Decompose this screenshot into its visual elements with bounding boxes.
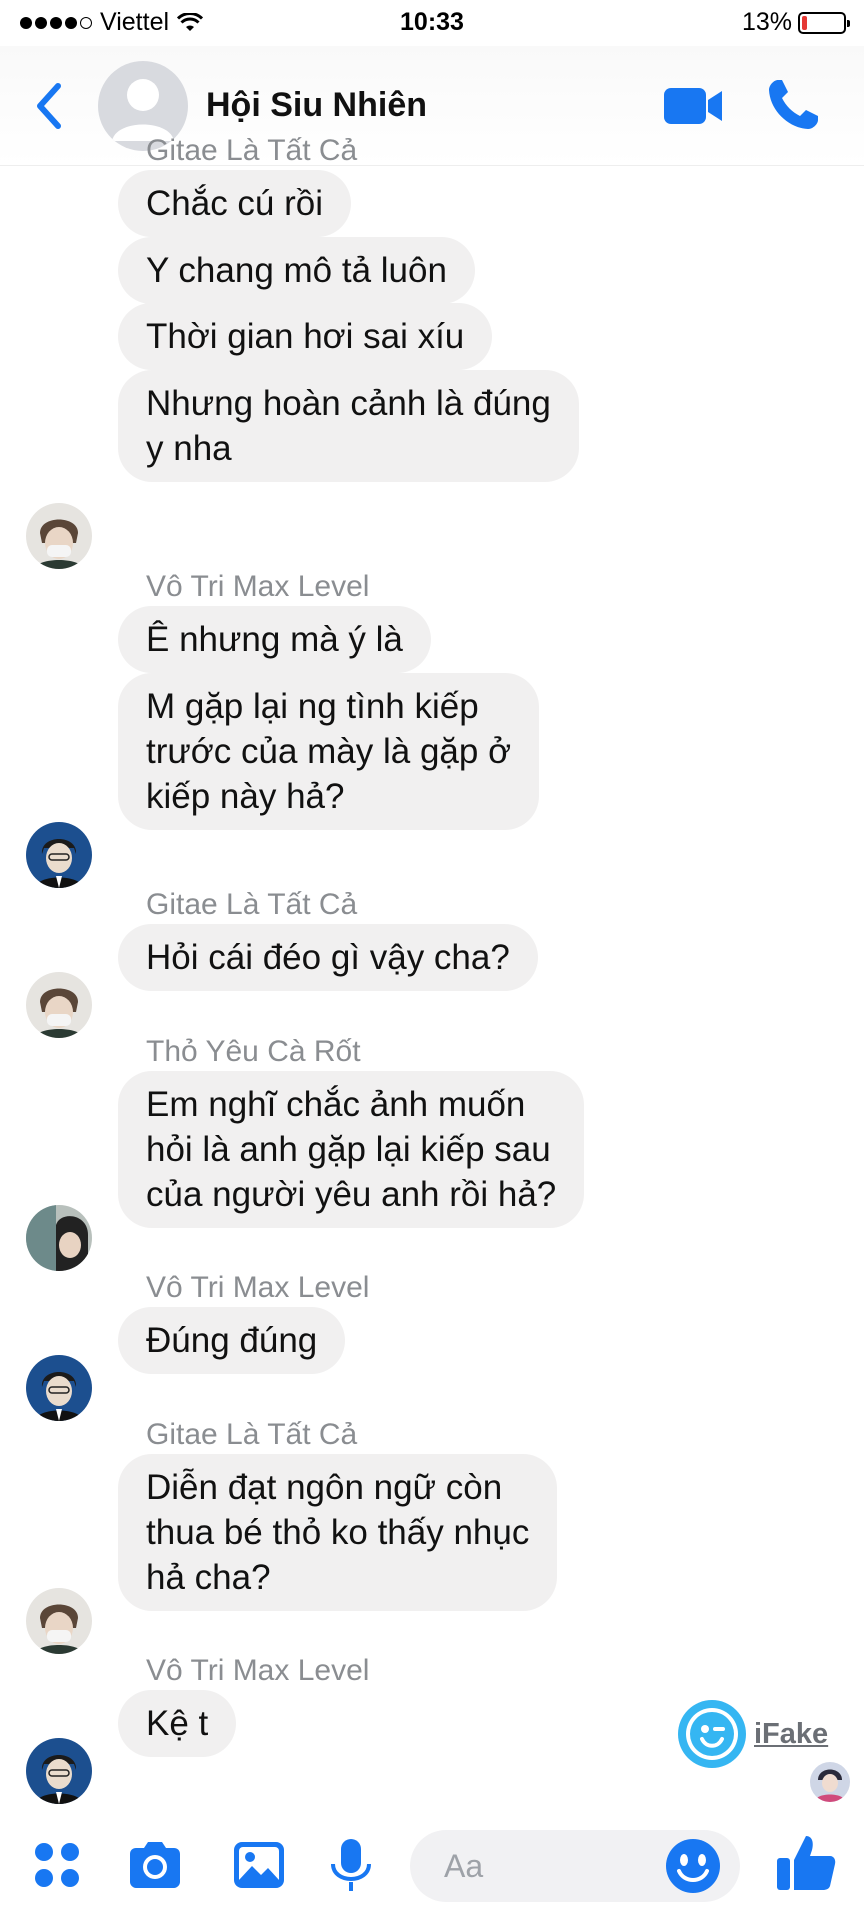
- sender-name: Gitae Là Tất Cả: [146, 888, 358, 921]
- message-input[interactable]: [444, 1844, 664, 1888]
- seen-receipt-avatar: [810, 1762, 850, 1802]
- video-call-icon[interactable]: [662, 82, 724, 130]
- message-bubble[interactable]: Kệ t: [118, 1690, 237, 1757]
- battery-level: [802, 15, 807, 30]
- message-bubble[interactable]: Em nghĩ chắc ảnh muốn hỏi là anh gặp lại…: [118, 1071, 585, 1228]
- status-bar: Viettel 10:33 13%: [0, 0, 864, 46]
- avatar-vo-tri[interactable]: [26, 1355, 92, 1421]
- message-bubble[interactable]: Chắc cú rồi: [118, 170, 352, 237]
- message-bubble[interactable]: M gặp lại ng tình kiếp trước của mày là …: [118, 673, 540, 830]
- avatar-gitae[interactable]: [26, 1588, 92, 1654]
- avatar-tho[interactable]: [26, 1205, 92, 1271]
- message-input-field[interactable]: [410, 1830, 740, 1902]
- battery-percent: 13%: [741, 8, 792, 36]
- composer-bar: [0, 1806, 864, 1920]
- sender-name: Vô Tri Max Level: [146, 1271, 370, 1304]
- conversation-title[interactable]: Hội Siu Nhiên: [206, 86, 427, 125]
- photo-gallery-icon[interactable]: [230, 1836, 288, 1894]
- conversation-header: Hội Siu Nhiên: [0, 46, 864, 166]
- avatar-gitae[interactable]: [26, 972, 92, 1038]
- avatar-vo-tri[interactable]: [26, 822, 92, 888]
- message-bubble[interactable]: Nhưng hoàn cảnh là đúng y nha: [118, 370, 579, 482]
- message-bubble[interactable]: Hỏi cái đéo gì vậy cha?: [118, 924, 538, 991]
- sender-name: Vô Tri Max Level: [146, 1654, 370, 1687]
- avatar-gitae[interactable]: [26, 503, 92, 569]
- message-bubble[interactable]: Y chang mô tả luôn: [118, 237, 475, 304]
- avatar-vo-tri[interactable]: [26, 1738, 92, 1804]
- message-bubble[interactable]: Thời gian hơi sai xíu: [118, 303, 493, 370]
- sender-name: Vô Tri Max Level: [146, 570, 370, 603]
- sender-name: Gitae Là Tất Cả: [146, 1418, 358, 1451]
- more-apps-icon[interactable]: [28, 1836, 86, 1894]
- message-bubble[interactable]: Đúng đúng: [118, 1307, 346, 1374]
- message-bubble[interactable]: Ê nhưng mà ý là: [118, 606, 431, 673]
- sender-name: Gitae Là Tất Cả: [146, 134, 358, 167]
- message-bubble[interactable]: Diễn đạt ngôn ngữ còn thua bé thỏ ko thấ…: [118, 1454, 558, 1611]
- ifake-watermark: iFake: [676, 1698, 828, 1770]
- sender-name: Thỏ Yêu Cà Rốt: [146, 1035, 361, 1068]
- back-chevron-icon[interactable]: [30, 76, 70, 136]
- winking-face-icon: [678, 1700, 746, 1768]
- emoji-icon[interactable]: [664, 1837, 722, 1895]
- battery-group: 13%: [741, 8, 850, 37]
- camera-icon[interactable]: [126, 1836, 184, 1894]
- microphone-icon[interactable]: [322, 1836, 380, 1894]
- thumbs-up-icon[interactable]: [774, 1830, 838, 1894]
- phone-call-icon[interactable]: [764, 76, 822, 134]
- watermark-label: iFake: [754, 1717, 829, 1750]
- clock: 10:33: [400, 8, 464, 36]
- battery-icon: [798, 11, 850, 34]
